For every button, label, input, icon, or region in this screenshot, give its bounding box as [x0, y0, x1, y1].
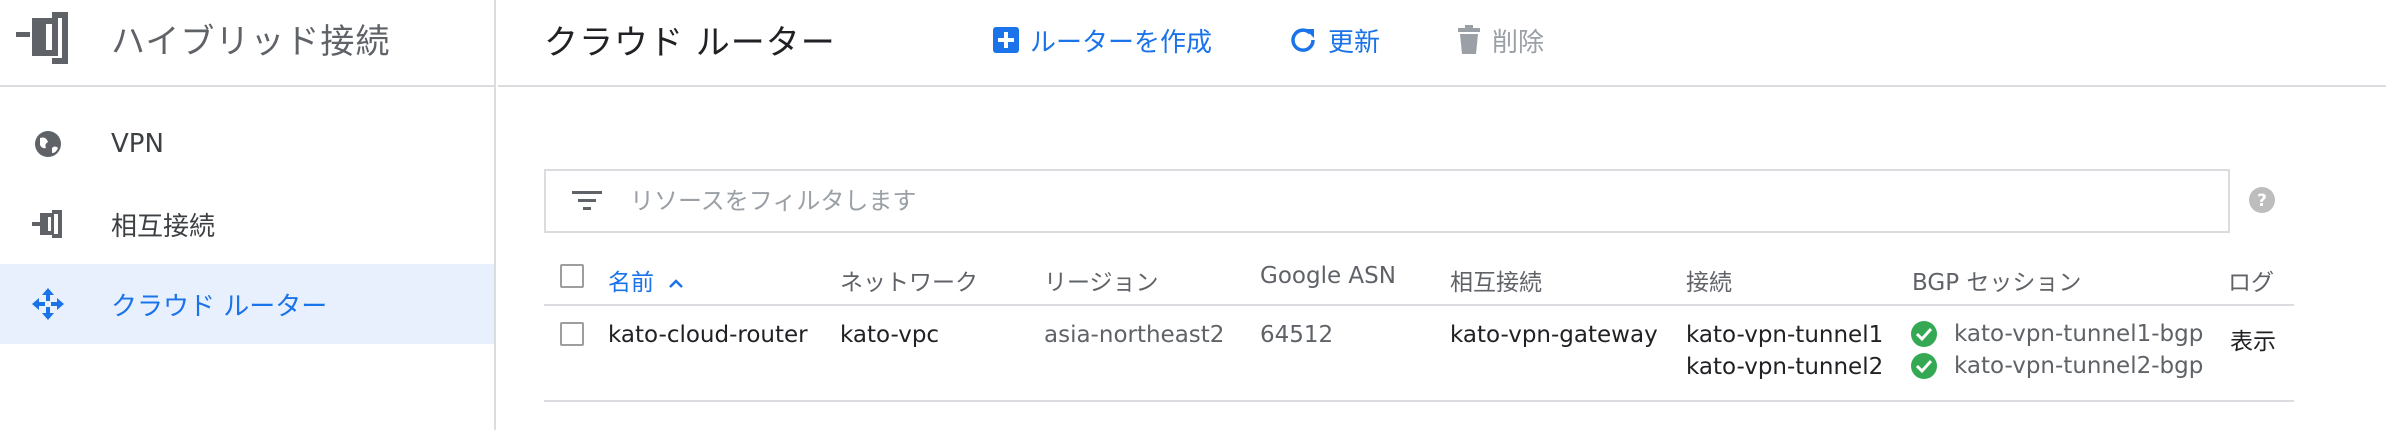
sidebar-title: ハイブリッド接続 [111, 22, 391, 62]
sidebar-item-vpn[interactable]: VPN [0, 104, 494, 184]
filter-list-icon [572, 191, 602, 210]
cloud-router-icon [32, 288, 64, 320]
bgp-session-label: kato-vpn-tunnel2-bgp [1954, 353, 2204, 379]
sidebar-item-label: クラウド ルーター [111, 291, 328, 322]
connection-link[interactable]: kato-vpn-tunnel1 [1686, 322, 1883, 348]
check-circle-icon [1911, 321, 1937, 347]
sidebar-item-label: 相互接続 [111, 211, 216, 242]
interconnect-icon [32, 210, 62, 238]
column-header-network: ネットワーク [840, 270, 978, 296]
filter-input[interactable] [630, 181, 2190, 221]
column-header-bgp-session: BGP セッション [1912, 270, 2082, 296]
sidebar-item-label: VPN [111, 129, 164, 159]
app-root: ハイブリッド接続 VPN 相互接続 クラウド ルーター クラウド ルーター ルー… [0, 0, 2386, 430]
header-divider [544, 304, 2294, 306]
sort-ascending-icon [669, 279, 684, 288]
globe-icon [35, 131, 61, 157]
hybrid-connectivity-logo-icon [16, 12, 68, 64]
help-icon[interactable]: ? [2248, 186, 2276, 214]
column-header-name-label: 名前 [608, 270, 654, 296]
select-all-checkbox[interactable] [560, 264, 584, 288]
refresh-button[interactable]: 更新 [1288, 20, 1380, 60]
bgp-session-item: kato-vpn-tunnel1-bgp [1910, 320, 2203, 348]
router-name-link[interactable]: kato-cloud-router [608, 322, 808, 348]
sidebar-header: ハイブリッド接続 [0, 0, 494, 87]
column-header-interconnect: 相互接続 [1450, 270, 1542, 296]
refresh-icon [1291, 28, 1315, 52]
resource-filter [544, 169, 2230, 233]
svg-text:?: ? [2257, 191, 2267, 211]
interconnect-link[interactable]: kato-vpn-gateway [1450, 322, 1658, 348]
add-box-icon [993, 27, 1019, 53]
delete-label: 削除 [1492, 27, 1545, 58]
create-router-label: ルーターを作成 [1030, 27, 1213, 58]
sidebar-item-cloud-router[interactable]: クラウド ルーター [0, 264, 494, 344]
sidebar: ハイブリッド接続 VPN 相互接続 クラウド ルーター [0, 0, 496, 430]
bgp-session-item: kato-vpn-tunnel2-bgp [1910, 352, 2203, 380]
delete-button[interactable]: 削除 [1456, 20, 1544, 60]
asn-value: 64512 [1260, 322, 1334, 348]
check-circle-icon [1911, 353, 1937, 379]
sidebar-item-interconnect[interactable]: 相互接続 [0, 184, 494, 264]
row-divider [544, 400, 2294, 402]
connection-link[interactable]: kato-vpn-tunnel2 [1686, 354, 1883, 380]
row-checkbox[interactable] [560, 322, 584, 346]
column-header-asn: Google ASN [1260, 263, 1396, 289]
view-log-link[interactable]: 表示 [2230, 322, 2276, 356]
create-router-button[interactable]: ルーターを作成 [992, 20, 1212, 60]
refresh-label: 更新 [1328, 27, 1381, 58]
column-header-connection: 接続 [1686, 270, 1732, 296]
region-value: asia-northeast2 [1044, 322, 1225, 348]
bgp-session-label: kato-vpn-tunnel1-bgp [1954, 321, 2204, 347]
network-link[interactable]: kato-vpc [840, 322, 939, 348]
column-header-region: リージョン [1044, 270, 1159, 296]
column-header-name[interactable]: 名前 [608, 263, 685, 297]
top-toolbar: クラウド ルーター ルーターを作成 更新 削除 [498, 0, 2386, 87]
page-title: クラウド ルーター [544, 23, 836, 63]
trash-icon [1458, 25, 1480, 54]
column-header-log: ログ [2228, 270, 2274, 296]
